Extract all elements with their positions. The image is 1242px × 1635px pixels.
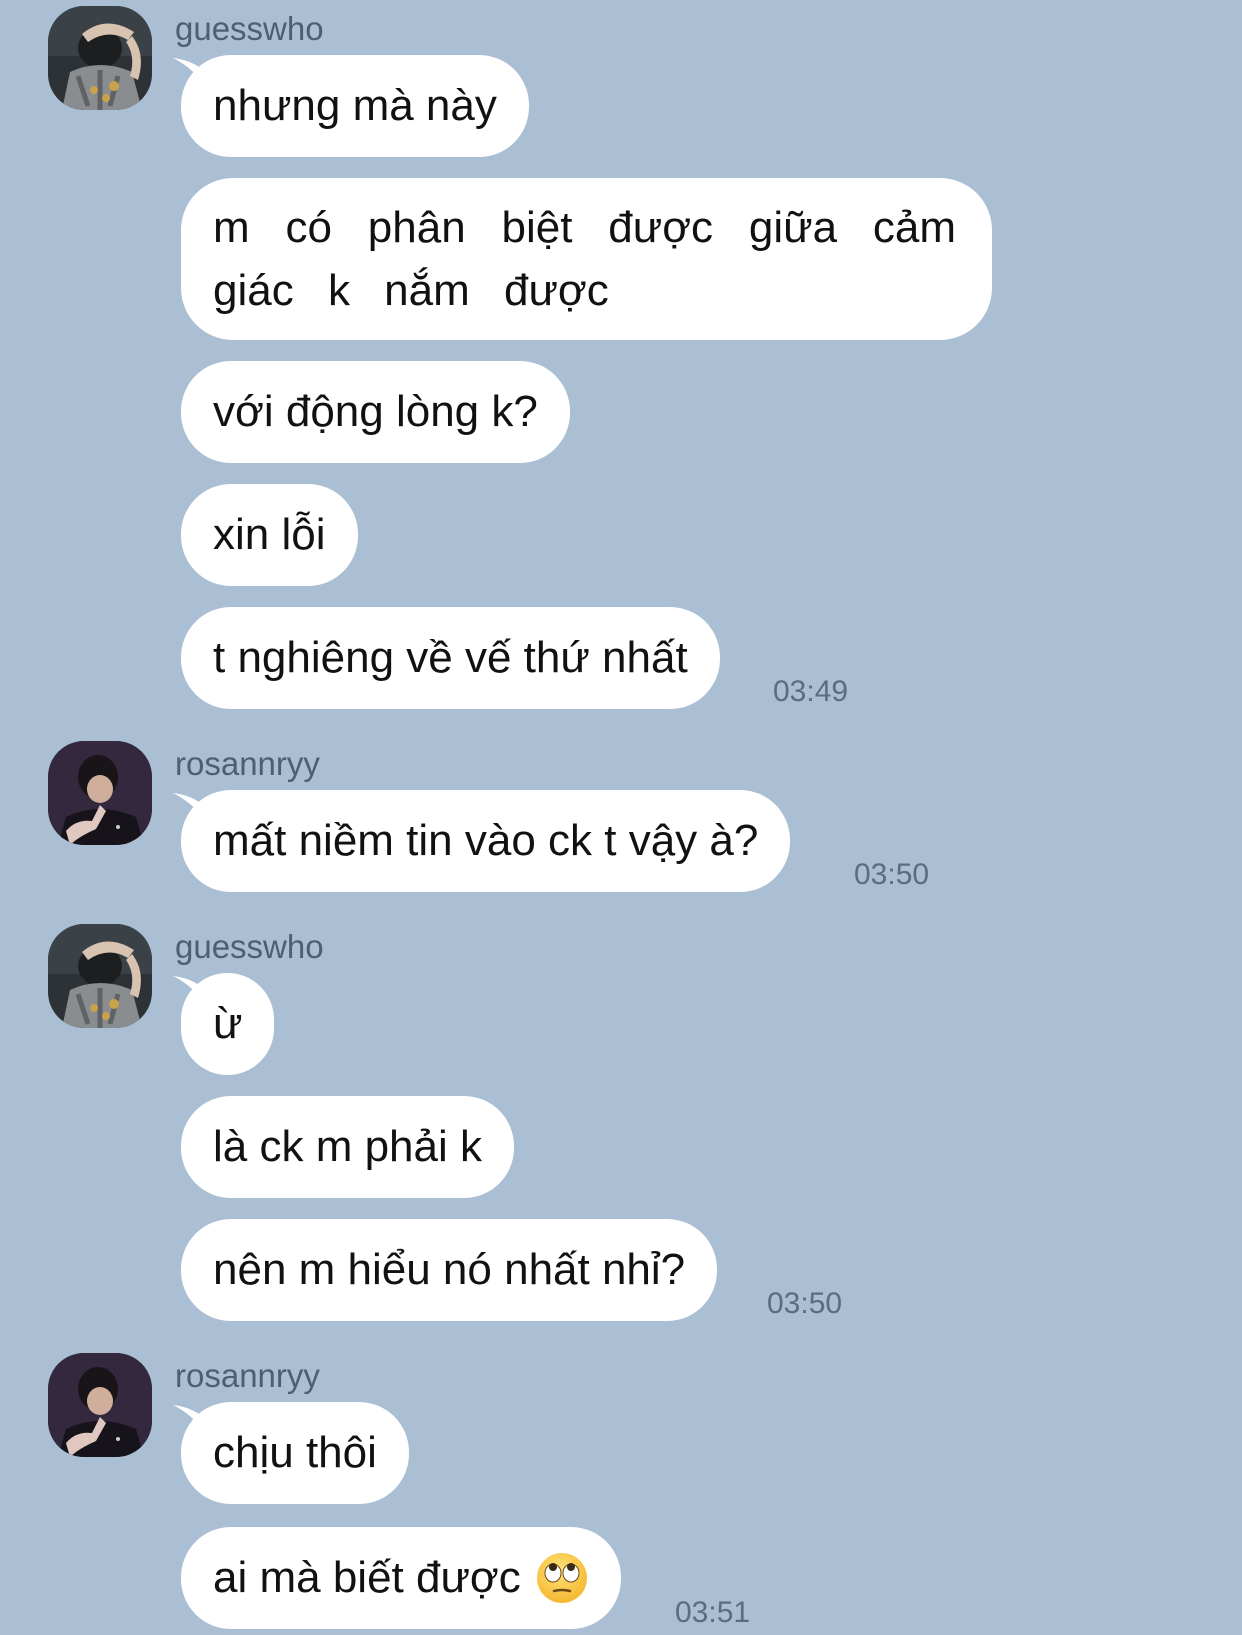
message-bubble[interactable]: nên m hiểu nó nhất nhỉ? — [181, 1219, 718, 1321]
rosannryy-avatar-icon — [48, 741, 152, 845]
chat-area[interactable]: guesswho nhưng mà này m có phân biệt đượ… — [0, 0, 1242, 1635]
guesswho-avatar-icon — [48, 6, 152, 110]
sender-name-rosannryy: rosannryy — [175, 1357, 320, 1394]
guesswho-avatar[interactable] — [48, 6, 152, 110]
message-bubble[interactable]: là ck m phải k — [181, 1096, 514, 1198]
message-timestamp: 03:49 — [773, 675, 849, 708]
guesswho-avatar-icon — [48, 924, 152, 1028]
sender-name-guesswho: guesswho — [175, 928, 324, 965]
message-bubble[interactable]: ừ — [181, 973, 275, 1075]
guesswho-avatar[interactable] — [48, 924, 152, 1028]
message-bubble[interactable]: xin lỗi — [181, 484, 358, 586]
message-bubble[interactable]: với động lòng k? — [181, 361, 570, 463]
rosannryy-avatar[interactable] — [48, 1353, 152, 1457]
message-bubble[interactable]: t nghiêng về vế thứ nhất — [181, 607, 720, 709]
message-bubble[interactable]: mất niềm tin vào ck t vậy à? — [181, 790, 791, 892]
eye-roll-emoji-icon — [536, 1553, 587, 1603]
sender-name-rosannryy: rosannryy — [175, 745, 320, 782]
message-timestamp: 03:50 — [767, 1287, 843, 1320]
message-bubble[interactable]: nhưng mà này — [181, 55, 529, 157]
message-timestamp: 03:51 — [675, 1596, 751, 1629]
message-bubble-with-emoji[interactable]: ai mà biết được — [181, 1527, 621, 1629]
message-timestamp: 03:50 — [854, 858, 930, 891]
message-bubble[interactable]: chịu thôi — [181, 1402, 409, 1504]
sender-name-guesswho: guesswho — [175, 10, 324, 47]
message-bubble[interactable]: m có phân biệt được giữa cảm giác k nắm … — [181, 178, 992, 340]
message-text: ai mà biết được — [213, 1553, 521, 1602]
rosannryy-avatar-icon — [48, 1353, 152, 1457]
rosannryy-avatar[interactable] — [48, 741, 152, 845]
